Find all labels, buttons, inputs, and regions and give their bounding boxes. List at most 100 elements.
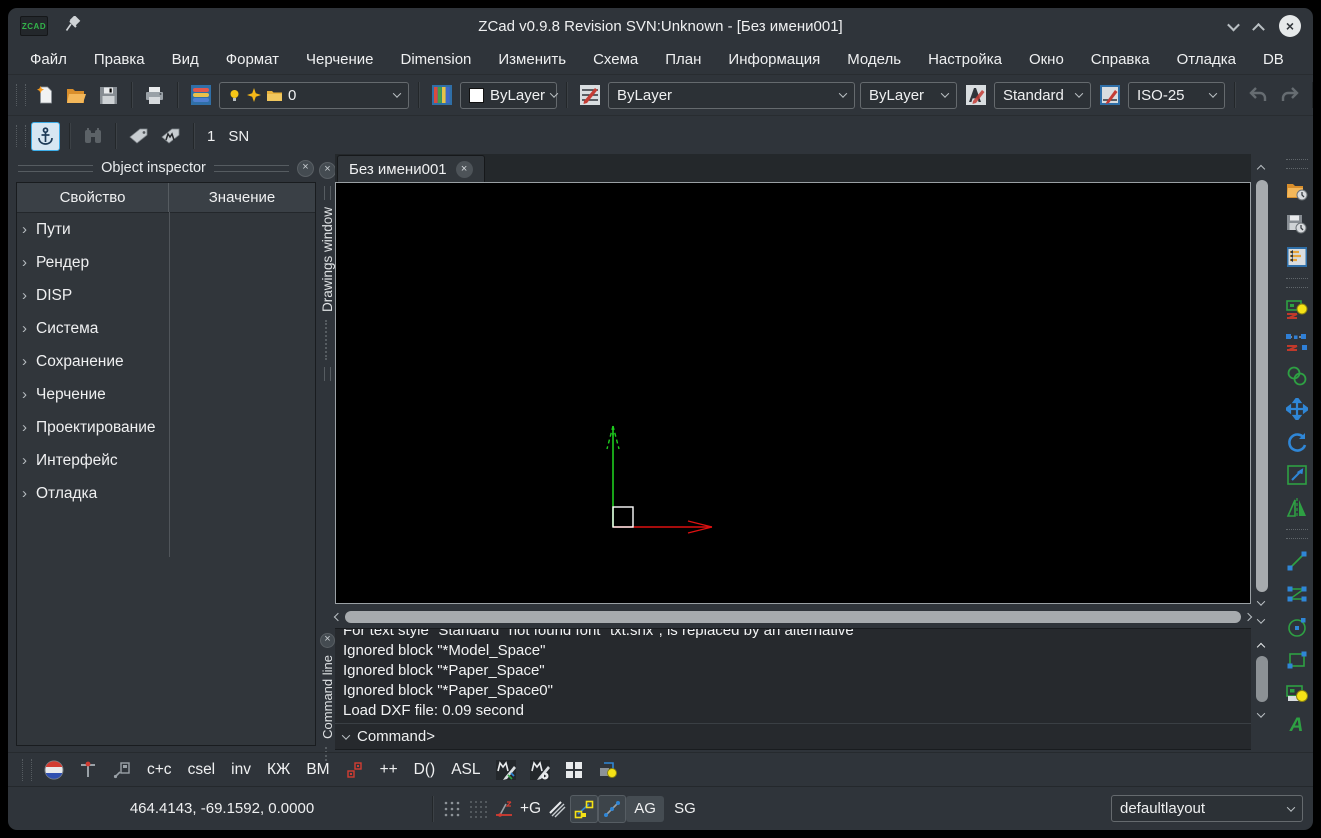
language-flag-button[interactable] bbox=[42, 758, 66, 782]
dim-style-icon[interactable] bbox=[1096, 82, 1123, 109]
grid-toggle-icon[interactable] bbox=[439, 796, 465, 822]
dock-handle[interactable] bbox=[214, 165, 289, 172]
inv-button[interactable]: inv bbox=[228, 761, 254, 779]
csel-button[interactable]: csel bbox=[185, 761, 219, 779]
cmd-scrollbar-thumb[interactable] bbox=[1256, 656, 1268, 702]
edit-block-icon[interactable] bbox=[1285, 298, 1309, 322]
print-button[interactable] bbox=[141, 82, 168, 109]
menu-help[interactable]: Справка bbox=[1091, 51, 1150, 68]
layer-combobox[interactable]: 0 bbox=[219, 82, 409, 109]
cmd-scroll-down-icon[interactable] bbox=[1257, 709, 1265, 717]
toolbar-grip[interactable] bbox=[1286, 529, 1308, 539]
text-style-icon[interactable] bbox=[962, 82, 989, 109]
redo-button[interactable] bbox=[1276, 82, 1303, 109]
file-history-icon[interactable] bbox=[1285, 179, 1309, 203]
minimize-button[interactable] bbox=[1227, 18, 1240, 31]
select-block-button[interactable] bbox=[110, 758, 134, 782]
hatch-toggle-icon[interactable] bbox=[544, 796, 570, 822]
menu-settings[interactable]: Настройка bbox=[928, 51, 1002, 68]
toolbar-grip[interactable] bbox=[1286, 278, 1308, 288]
edit-points-icon[interactable] bbox=[1285, 331, 1309, 355]
tag-button[interactable] bbox=[125, 123, 152, 150]
mirror-icon[interactable] bbox=[1285, 496, 1309, 520]
menu-window[interactable]: Окно bbox=[1029, 51, 1064, 68]
object-snap-toggle-button[interactable] bbox=[570, 795, 598, 823]
tree-item-design[interactable]: ›Проектирование bbox=[17, 411, 315, 444]
linetype-icon[interactable] bbox=[576, 82, 603, 109]
toolbar-grip[interactable] bbox=[1286, 159, 1308, 169]
expand-icon[interactable]: › bbox=[22, 452, 27, 469]
search-binoculars-button[interactable] bbox=[79, 123, 106, 150]
new-file-button[interactable] bbox=[31, 82, 58, 109]
run-macro-button[interactable] bbox=[528, 758, 552, 782]
command-dock-close-icon[interactable]: × bbox=[320, 633, 335, 648]
scroll-down-icon[interactable] bbox=[1257, 597, 1265, 605]
text-tool-icon[interactable]: A bbox=[1285, 714, 1309, 738]
hscrollbar-thumb[interactable] bbox=[345, 611, 1241, 623]
save-button[interactable] bbox=[95, 82, 122, 109]
tree-item-saving[interactable]: ›Сохранение bbox=[17, 345, 315, 378]
menu-schema[interactable]: Схема bbox=[593, 51, 638, 68]
tree-item-disp[interactable]: ›DISP bbox=[17, 279, 315, 312]
layers-icon[interactable] bbox=[187, 82, 214, 109]
ag-toggle-button[interactable]: AG bbox=[626, 796, 664, 822]
prompt-expand-icon[interactable] bbox=[342, 731, 350, 739]
column-header-property[interactable]: Свойство bbox=[17, 183, 169, 212]
edit-macro-button[interactable] bbox=[494, 758, 518, 782]
expand-icon[interactable]: › bbox=[22, 353, 27, 370]
expand-icon[interactable]: › bbox=[22, 254, 27, 271]
expand-icon[interactable]: › bbox=[22, 221, 27, 238]
insert-block-icon[interactable] bbox=[1285, 681, 1309, 705]
plusplus-button[interactable]: ++ bbox=[377, 761, 401, 779]
dock-handle[interactable] bbox=[324, 186, 331, 200]
command-prompt[interactable]: Command> bbox=[335, 723, 1251, 749]
drawing-canvas[interactable] bbox=[335, 182, 1251, 604]
line-tool-icon[interactable] bbox=[1285, 549, 1309, 573]
menu-dimension[interactable]: Dimension bbox=[401, 51, 472, 68]
tree-item-system[interactable]: ›Система bbox=[17, 312, 315, 345]
expand-icon[interactable]: › bbox=[22, 287, 27, 304]
scroll-right-icon[interactable] bbox=[1244, 613, 1252, 621]
vm-button[interactable]: ВМ bbox=[303, 761, 332, 779]
drawings-dock-close-icon[interactable]: × bbox=[319, 162, 336, 179]
cc-button[interactable]: c+c bbox=[144, 761, 175, 779]
color-combobox[interactable]: ByLayer bbox=[460, 82, 557, 109]
menu-draw[interactable]: Черчение bbox=[306, 51, 374, 68]
expand-icon[interactable]: › bbox=[22, 485, 27, 502]
expand-icon[interactable]: › bbox=[22, 386, 27, 403]
circle-tool-icon[interactable] bbox=[1285, 615, 1309, 639]
toolbar-grip[interactable] bbox=[16, 84, 26, 106]
tree-item-render[interactable]: ›Рендер bbox=[17, 246, 315, 279]
menu-file[interactable]: Файл bbox=[30, 51, 67, 68]
block-light-button[interactable] bbox=[596, 758, 620, 782]
sg-toggle-button[interactable]: SG bbox=[674, 800, 696, 817]
drawings-dock-label[interactable]: Drawings window bbox=[320, 207, 335, 312]
lineweight-combobox[interactable]: ByLayer bbox=[860, 82, 957, 109]
tag-m-button[interactable] bbox=[157, 123, 184, 150]
red-nodes-button[interactable] bbox=[343, 758, 367, 782]
command-dock-label[interactable]: Command line bbox=[320, 655, 335, 739]
object-inspector-close-icon[interactable]: × bbox=[297, 160, 314, 177]
move-icon[interactable] bbox=[1285, 397, 1309, 421]
layout-combobox[interactable]: defaultlayout bbox=[1111, 795, 1303, 822]
snap-mode-label[interactable]: SN bbox=[224, 128, 253, 145]
menu-debug[interactable]: Отладка bbox=[1177, 51, 1236, 68]
tree-item-interface[interactable]: ›Интерфейс bbox=[17, 444, 315, 477]
tree-item-paths[interactable]: ›Пути bbox=[17, 213, 315, 246]
linetype-combobox[interactable]: ByLayer bbox=[608, 82, 855, 109]
scale-icon[interactable] bbox=[1285, 463, 1309, 487]
drawing-tab[interactable]: Без имени001 × bbox=[337, 155, 485, 183]
dock-handle[interactable] bbox=[18, 165, 93, 172]
dock-drag-dots[interactable] bbox=[325, 320, 330, 360]
maximize-button[interactable] bbox=[1252, 22, 1265, 35]
asl-button[interactable]: ASL bbox=[448, 761, 483, 779]
menu-view[interactable]: Вид bbox=[172, 51, 199, 68]
tree-item-drafting[interactable]: ›Черчение bbox=[17, 378, 315, 411]
g-toggle-button[interactable]: +G bbox=[517, 800, 544, 818]
text-style-combobox[interactable]: Standard bbox=[994, 82, 1091, 109]
save-history-icon[interactable] bbox=[1285, 212, 1309, 236]
polyline-tool-icon[interactable] bbox=[1285, 582, 1309, 606]
close-button[interactable]: × bbox=[1279, 15, 1301, 37]
layout-windows-icon[interactable] bbox=[1285, 245, 1309, 269]
dim-style-combobox[interactable]: ISO-25 bbox=[1128, 82, 1225, 109]
